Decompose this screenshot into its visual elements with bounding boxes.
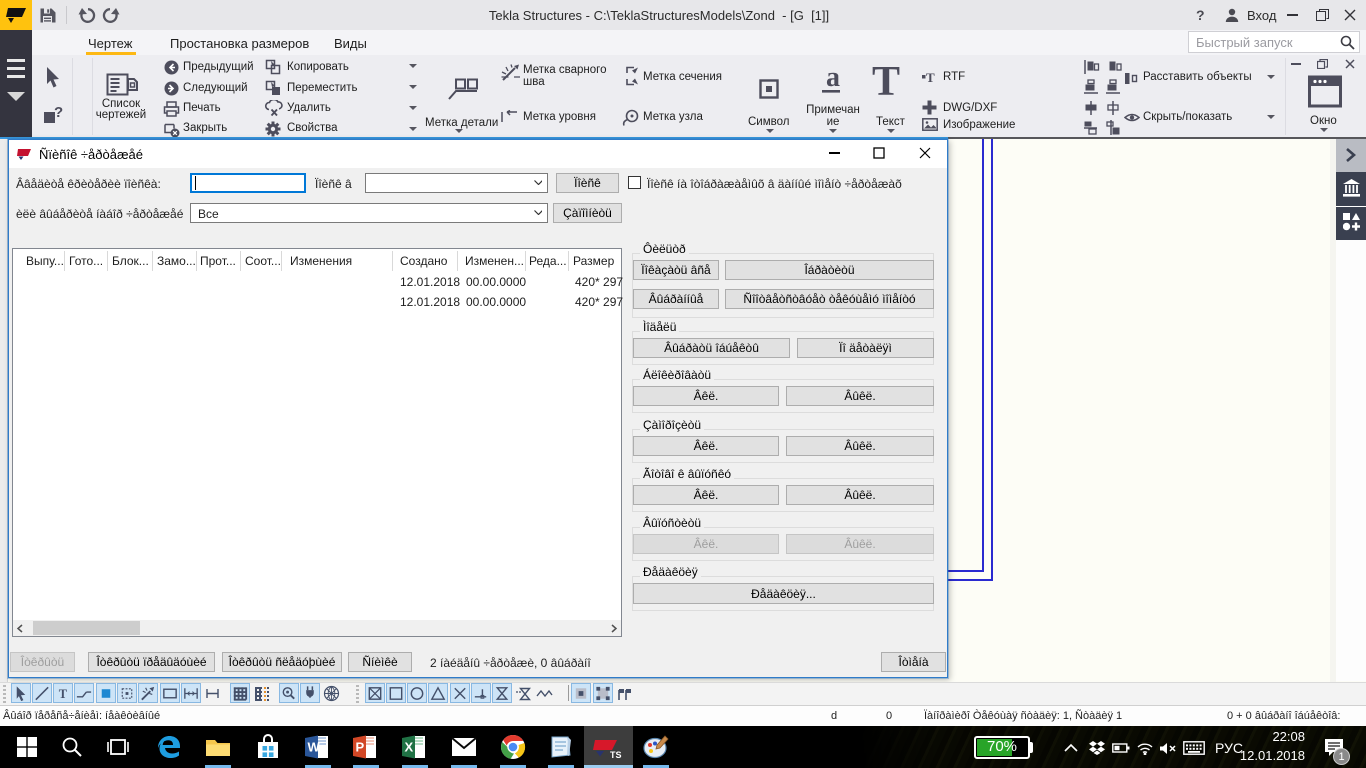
svg-text:T: T [59, 686, 68, 700]
svg-text:TS: TS [610, 750, 622, 760]
svg-text:a: a [826, 64, 840, 93]
svg-text:W: W [308, 740, 321, 755]
svg-text:T: T [926, 70, 935, 84]
svg-text:X: X [405, 740, 414, 755]
svg-text:P: P [356, 740, 365, 755]
svg-text:?: ? [54, 105, 63, 121]
